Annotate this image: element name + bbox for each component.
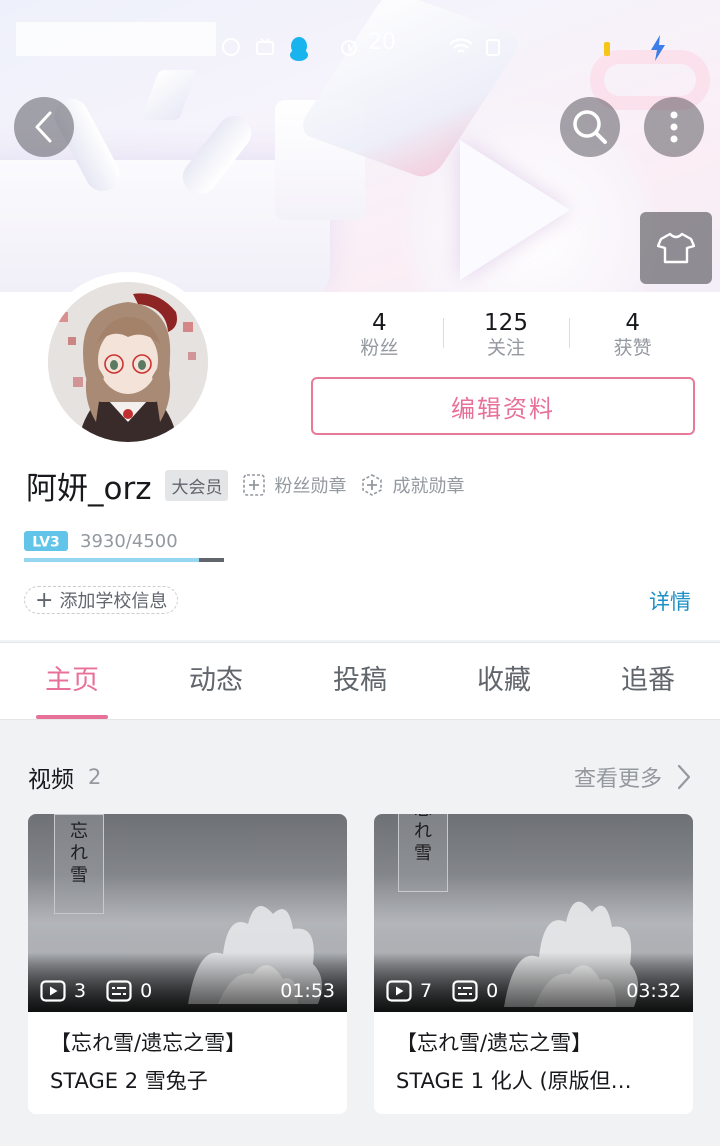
search-button[interactable] — [560, 97, 620, 157]
status-tv-icon — [254, 36, 276, 58]
status-circle-icon — [220, 36, 242, 58]
stat-likes-label: 获赞 — [613, 337, 652, 359]
profile-stats: 4 粉丝 125 关注 4 获赞 — [316, 310, 696, 360]
stat-fans-value: 4 — [372, 310, 387, 336]
thumbnail-sign-char: 雪 — [70, 865, 88, 886]
level-progress-bar — [24, 558, 224, 562]
view-more-label: 查看更多 — [573, 767, 662, 792]
thumbnail-sign: 忘 れ 雪 — [398, 814, 448, 892]
back-icon — [35, 111, 52, 143]
avatar-image — [48, 282, 208, 442]
tab-home[interactable]: 主页 — [0, 643, 144, 719]
stat-likes-value: 4 — [625, 310, 640, 336]
dress-up-button[interactable] — [640, 212, 712, 284]
stat-fans[interactable]: 4 粉丝 — [316, 310, 443, 360]
add-icon: + — [35, 587, 54, 613]
add-medal-icon — [243, 474, 266, 496]
status-alarm-icon — [338, 36, 360, 58]
name-row: 阿妍_orz 大会员 粉丝勋章 成就勋章 — [26, 465, 464, 507]
add-school-label: 添加学校信息 — [59, 591, 168, 612]
videos-section-title: 视频 — [28, 767, 74, 793]
tab-submissions[interactable]: 投稿 — [288, 643, 432, 719]
play-icon — [40, 980, 66, 1002]
vip-badge[interactable]: 大会员 — [165, 469, 229, 501]
status-signal-icon — [482, 36, 504, 58]
tab-favorites[interactable]: 收藏 — [432, 643, 576, 719]
thumbnail-sign-char: 雪 — [414, 843, 432, 864]
status-bar-blurred-area — [16, 22, 216, 56]
tab-bangumi[interactable]: 追番 — [576, 643, 720, 719]
video-duration: 03:32 — [626, 980, 681, 1002]
thumbnail-sign: 忘 れ 雪 — [54, 814, 104, 914]
profile-card: 4 粉丝 125 关注 4 获赞 编辑资料 阿妍_orz 大会员 粉丝勋章 成就… — [0, 272, 720, 640]
fan-medal-label: 粉丝勋章 — [274, 476, 347, 497]
danmaku-icon — [452, 980, 478, 1002]
tab-dynamics[interactable]: 动态 — [144, 643, 288, 719]
fan-medal-button[interactable]: 粉丝勋章 — [242, 472, 346, 498]
status-qq-icon — [290, 37, 308, 61]
status-wifi-icon — [448, 36, 474, 58]
profile-tabs: 主页 动态 投稿 收藏 追番 — [0, 642, 720, 720]
status-battery-icon — [604, 42, 610, 56]
status-time: 20 — [368, 30, 396, 55]
achievement-icon — [362, 474, 383, 496]
thumbnail-sign-char: れ — [414, 821, 432, 842]
danmaku-count: 0 — [486, 980, 499, 1002]
chevron-right-icon — [677, 764, 691, 790]
video-duration: 01:53 — [280, 980, 335, 1002]
stat-following-value: 125 — [484, 310, 528, 336]
stat-likes[interactable]: 4 获赞 — [569, 310, 696, 360]
video-meta: 7 0 03:32 — [386, 980, 681, 1002]
view-more-button[interactable]: 查看更多 — [574, 761, 692, 793]
danmaku-count: 0 — [140, 980, 153, 1002]
thumbnail-sign-char: 忘 — [70, 821, 88, 842]
profile-banner: 20 — [0, 0, 720, 292]
details-link[interactable]: 详情 — [649, 586, 691, 616]
achievement-medal-label: 成就勋章 — [392, 476, 465, 497]
tshirt-icon — [657, 232, 695, 264]
video-thumbnail: 忘 れ 雪 7 0 03:32 — [374, 814, 693, 1012]
username: 阿妍_orz — [26, 470, 152, 507]
level-badge: LV3 — [24, 531, 68, 551]
achievement-medal-button[interactable]: 成就勋章 — [360, 472, 464, 498]
status-bar: 20 — [0, 0, 720, 90]
video-title-line: STAGE 1 化人 (原版但… — [396, 1069, 632, 1093]
avatar[interactable] — [38, 272, 218, 452]
play-count: 3 — [74, 980, 87, 1002]
more-options-button[interactable] — [644, 97, 704, 157]
level-exp: 3930/4500 — [80, 530, 178, 552]
stat-following[interactable]: 125 关注 — [442, 310, 570, 360]
level-progress-fill — [24, 558, 199, 562]
video-card[interactable]: 忘 れ 雪 7 0 03:32 【忘れ雪/遗忘之雪】 STAGE 1 化人 (原… — [374, 814, 693, 1114]
back-button[interactable] — [14, 97, 74, 157]
thumbnail-sign-char: れ — [70, 843, 88, 864]
video-title-line: STAGE 2 雪兔子 — [50, 1069, 208, 1093]
edit-profile-button[interactable]: 编辑资料 — [311, 377, 695, 435]
stat-fans-label: 粉丝 — [360, 337, 399, 359]
video-meta: 3 0 01:53 — [40, 980, 335, 1002]
level-row[interactable]: LV3 3930/4500 — [24, 529, 178, 553]
stat-following-label: 关注 — [487, 337, 526, 359]
video-card[interactable]: 忘 れ 雪 3 0 01:53 【忘れ雪/遗忘之雪】 STAGE 2 雪兔子 — [28, 814, 347, 1114]
videos-count: 2 — [88, 765, 102, 789]
videos-section-header: 视频 2 查看更多 — [28, 760, 692, 794]
add-school-button[interactable]: + 添加学校信息 — [24, 586, 179, 614]
banner-decor-play-triangle — [460, 140, 570, 280]
video-thumbnail: 忘 れ 雪 3 0 01:53 — [28, 814, 347, 1012]
danmaku-icon — [106, 980, 132, 1002]
play-count: 7 — [420, 980, 433, 1002]
play-icon — [386, 980, 412, 1002]
more-vertical-icon — [670, 111, 678, 143]
video-title-line: 【忘れ雪/遗忘之雪】 — [50, 1031, 247, 1055]
thumbnail-sign-char: 忘 — [414, 814, 432, 821]
status-charging-icon — [651, 35, 665, 61]
level-badge-text: LV3 — [32, 535, 60, 551]
search-icon — [573, 110, 607, 144]
video-title-line: 【忘れ雪/遗忘之雪】 — [396, 1031, 593, 1055]
